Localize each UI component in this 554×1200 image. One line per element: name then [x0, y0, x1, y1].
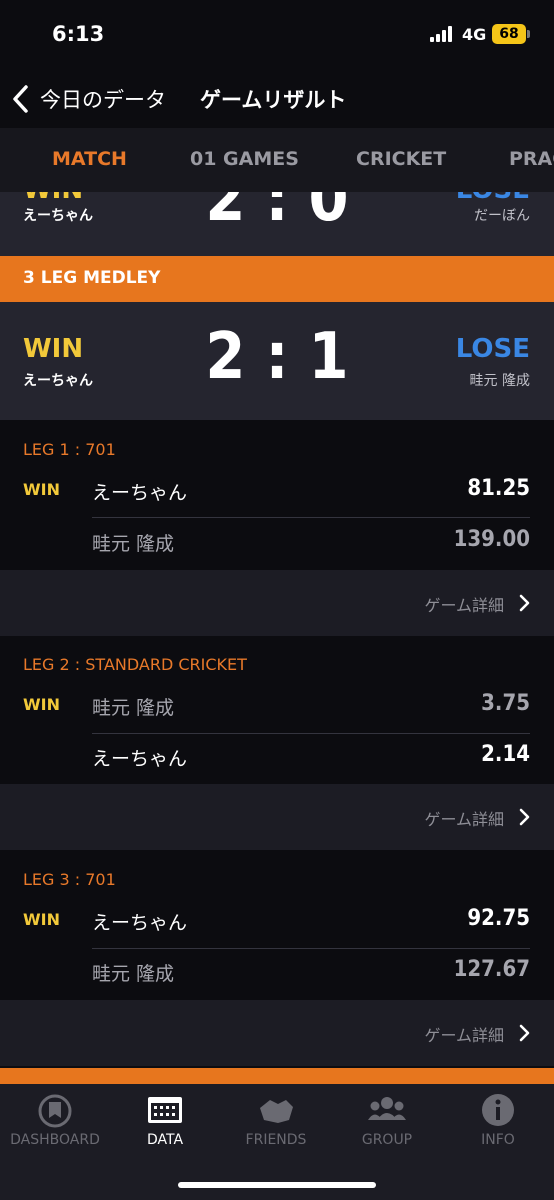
- medley-section-header: 3 LEG MEDLEY: [0, 256, 554, 302]
- player-score: 81.25: [467, 476, 530, 501]
- medley-title: 3 LEG MEDLEY: [23, 268, 161, 288]
- tab-practice[interactable]: PRAC: [509, 148, 554, 170]
- back-label: 今日のデータ: [40, 88, 166, 112]
- tab-match[interactable]: MATCH: [52, 148, 127, 170]
- player-name: 畦元 隆成: [92, 533, 175, 555]
- row-divider: [92, 733, 530, 734]
- leg-title: LEG 3 : 701: [23, 870, 116, 889]
- leg-win-label: WIN: [23, 695, 60, 714]
- nav-bar: 今日のデータ ゲームリザルト: [0, 70, 554, 128]
- player-name: 畦元 隆成: [92, 963, 175, 985]
- leg-1-detail-link[interactable]: ゲーム詳細: [0, 570, 554, 636]
- leg-win-label: WIN: [23, 910, 60, 929]
- prev-match-header: WIN LOSE えーちゃん だーぼん 2 : 0: [0, 192, 554, 256]
- dashboard-icon: [38, 1094, 72, 1128]
- back-button[interactable]: 今日のデータ: [10, 82, 180, 116]
- bottom-tab-dashboard[interactable]: DASHBOARD: [0, 1084, 110, 1164]
- friends-icon: [260, 1100, 293, 1123]
- leg-title: LEG 2 : STANDARD CRICKET: [23, 655, 247, 674]
- player-name: えーちゃん: [92, 748, 188, 770]
- leg-title: LEG 1 : 701: [23, 440, 116, 459]
- bottom-tab-group[interactable]: GROUP: [332, 1084, 442, 1164]
- info-icon: [482, 1094, 514, 1126]
- status-time: 6:13: [52, 22, 105, 46]
- player-score: 3.75: [481, 691, 530, 716]
- player-name: えーちゃん: [92, 912, 188, 934]
- chevron-right-icon: [519, 808, 530, 826]
- bottom-tab-label: FRIENDS: [245, 1132, 307, 1148]
- network-type: 4G: [462, 25, 487, 44]
- medley-match-header: WIN LOSE えーちゃん 畦元 隆成 2 : 1: [0, 302, 554, 420]
- page-title: ゲームリザルト: [200, 88, 347, 112]
- detail-label: ゲーム詳細: [424, 1026, 504, 1045]
- bottom-tab-label: DASHBOARD: [10, 1132, 100, 1148]
- signal-icon: [430, 26, 456, 42]
- home-indicator[interactable]: [178, 1182, 376, 1188]
- bottom-tab-data[interactable]: DATA: [110, 1084, 220, 1164]
- leg-2-detail-link[interactable]: ゲーム詳細: [0, 784, 554, 850]
- leg-3-block: LEG 3 : 701 WIN えーちゃん 92.75 畦元 隆成 127.67: [0, 850, 554, 1000]
- player-score: 2.14: [481, 742, 530, 767]
- tab-cricket[interactable]: CRICKET: [356, 148, 446, 170]
- player-score: 92.75: [467, 906, 530, 931]
- detail-label: ゲーム詳細: [424, 810, 504, 829]
- results-list[interactable]: WIN LOSE えーちゃん だーぼん 2 : 0 3 LEG MEDLEY W…: [0, 192, 554, 1084]
- chevron-right-icon: [519, 594, 530, 612]
- tab-bar: MATCH 01 GAMES CRICKET PRAC: [0, 128, 554, 192]
- bottom-tab-friends[interactable]: FRIENDS: [221, 1084, 331, 1164]
- leg-win-label: WIN: [23, 480, 60, 499]
- detail-label: ゲーム詳細: [424, 596, 504, 615]
- leg-2-block: LEG 2 : STANDARD CRICKET WIN 畦元 隆成 3.75 …: [0, 636, 554, 784]
- next-section-header: [0, 1068, 554, 1084]
- player-name: えーちゃん: [92, 482, 188, 504]
- data-icon: [148, 1097, 182, 1123]
- bottom-tab-label: INFO: [481, 1132, 515, 1148]
- tab-01-games[interactable]: 01 GAMES: [190, 148, 299, 170]
- battery-icon: 68: [492, 24, 526, 44]
- chevron-right-icon: [519, 1024, 530, 1042]
- medley-score: 2 : 1: [205, 320, 349, 394]
- row-divider: [92, 517, 530, 518]
- player-name: 畦元 隆成: [92, 697, 175, 719]
- group-icon: [368, 1097, 406, 1120]
- bottom-tab-label: GROUP: [361, 1132, 413, 1148]
- status-bar: 6:13 4G 68: [0, 0, 554, 70]
- player-score: 139.00: [453, 527, 530, 552]
- bottom-tab-label: DATA: [146, 1132, 184, 1148]
- prev-match-score: 2 : 0: [205, 192, 349, 236]
- player-score: 127.67: [453, 957, 530, 982]
- chevron-left-icon: [13, 85, 28, 113]
- battery-tip: [527, 30, 530, 38]
- bottom-tab-info[interactable]: INFO: [443, 1084, 553, 1164]
- row-divider: [92, 948, 530, 949]
- leg-3-detail-link[interactable]: ゲーム詳細: [0, 1000, 554, 1066]
- leg-1-block: LEG 1 : 701 WIN えーちゃん 81.25 畦元 隆成 139.00: [0, 420, 554, 570]
